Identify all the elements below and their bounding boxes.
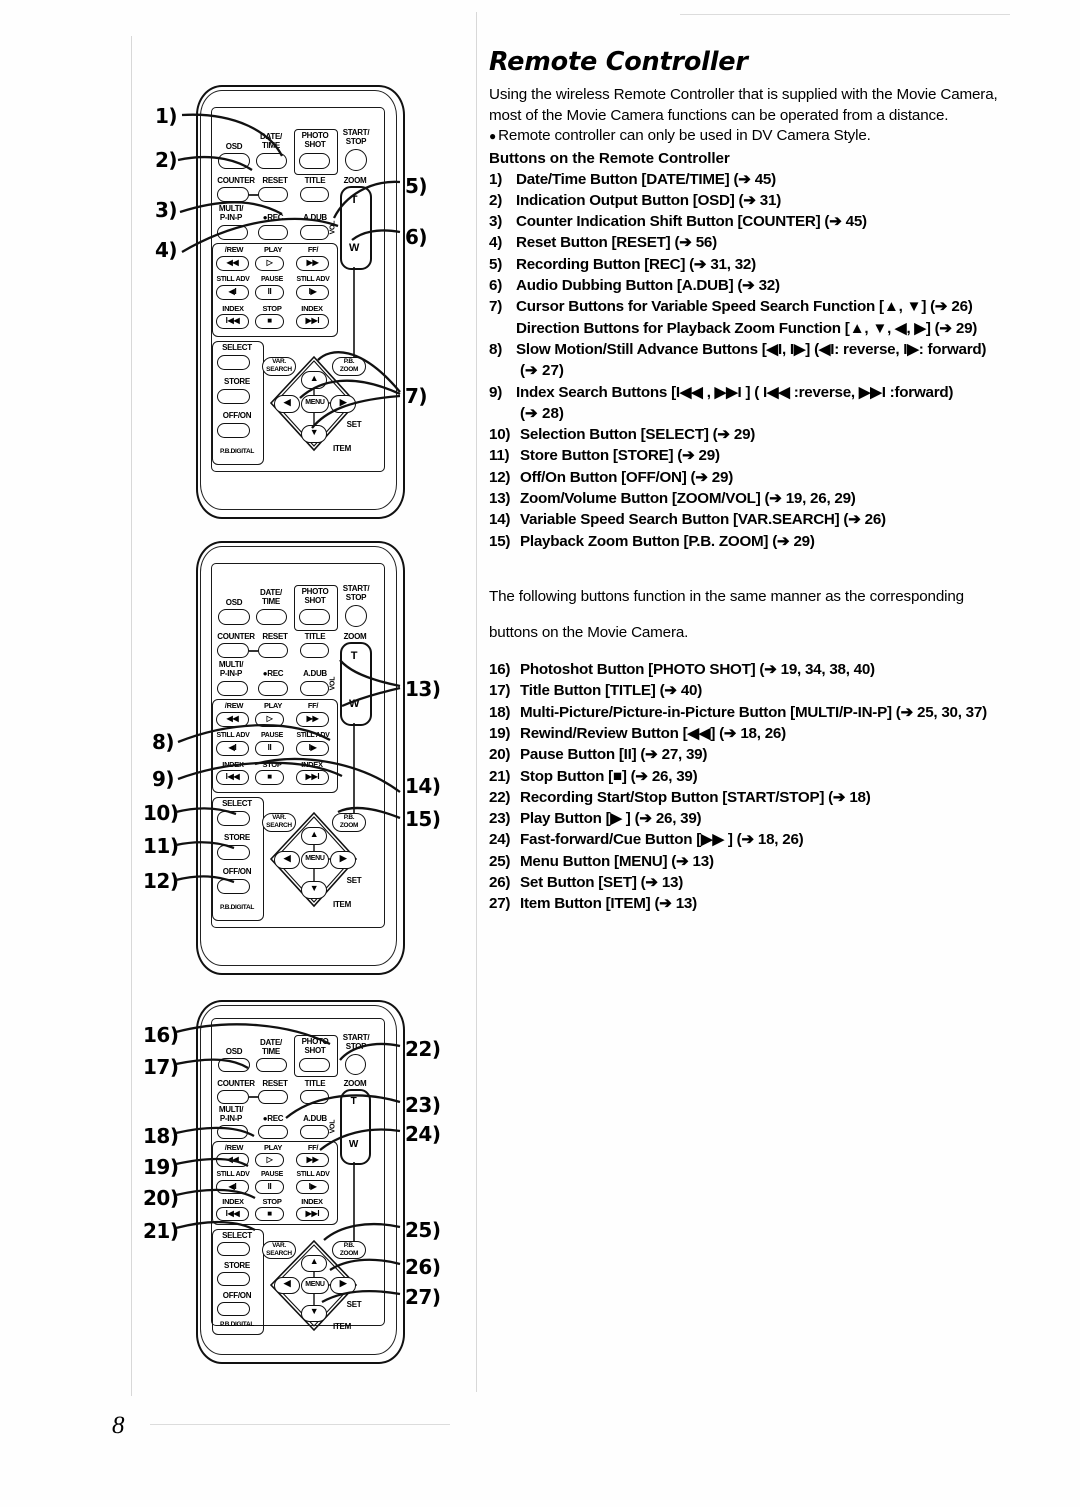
diagram3-leader-lines — [175, 1023, 401, 1304]
manual-page: Remote Controller Using the wireless Rem… — [0, 0, 1080, 1507]
page-number: 8 — [112, 1412, 125, 1439]
